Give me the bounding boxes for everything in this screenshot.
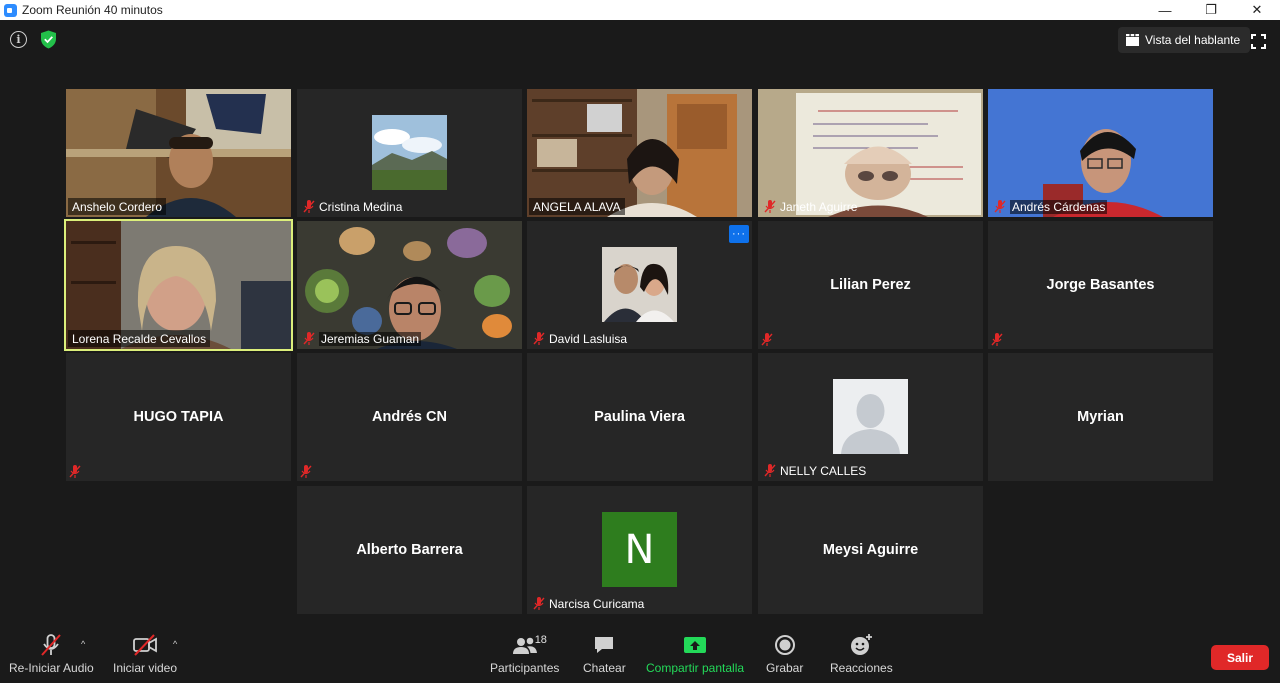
window-title: Zoom Reunión 40 minutos (22, 3, 163, 17)
video-button[interactable]: Iniciar video (113, 633, 177, 675)
participant-name-tag: Cristina Medina (299, 198, 406, 215)
record-button[interactable]: Grabar (766, 633, 803, 675)
participant-tile[interactable]: Myrian (988, 353, 1213, 481)
muted-mic-icon (300, 465, 312, 478)
participant-tile[interactable]: Janeth Aguirre (758, 89, 983, 217)
participant-photo (602, 247, 677, 322)
share-screen-button[interactable]: Compartir pantalla (646, 633, 744, 675)
zoom-app-icon (4, 3, 17, 17)
muted-mic-icon (764, 464, 776, 477)
initial-avatar: N (602, 512, 677, 587)
muted-mic-icon (991, 333, 1003, 346)
share-screen-icon (684, 637, 707, 653)
participant-tile[interactable]: Cristina Medina (297, 89, 522, 217)
security-shield-icon[interactable] (40, 30, 57, 49)
minimize-button[interactable]: — (1142, 0, 1188, 20)
participant-name: Meysi Aguirre (822, 542, 919, 558)
speaker-view-button[interactable]: Vista del hablante (1118, 27, 1251, 53)
participant-tile[interactable]: Meysi Aguirre (758, 486, 983, 614)
meeting-topbar: i Vista del hablante (0, 20, 1280, 60)
participants-count-badge: 18 (534, 634, 547, 646)
participant-name: NELLY CALLES (780, 463, 867, 478)
video-off-icon (133, 634, 157, 656)
participant-name-tag: Anshelo Cordero (68, 198, 167, 215)
muted-mic-icon (69, 465, 81, 478)
participant-tile[interactable]: Paulina Viera (527, 353, 752, 481)
exit-meeting-button[interactable]: Salir (1211, 645, 1269, 670)
muted-mic-icon (533, 597, 545, 610)
speaker-view-label: Vista del hablante (1145, 33, 1241, 47)
meeting-toolbar: Re-Iniciar Audio ^ Iniciar video ^ 18 Pa… (0, 625, 1280, 683)
restore-button[interactable]: ❐ (1188, 0, 1234, 20)
participant-tile[interactable]: N Narcisa Curicama (527, 486, 752, 614)
participant-tile[interactable]: Jeremias Guaman (297, 221, 522, 349)
participant-name-tag: NELLY CALLES (760, 462, 870, 479)
window-titlebar: Zoom Reunión 40 minutos — ❐ ✕ (0, 0, 1280, 20)
close-window-button[interactable]: ✕ (1234, 0, 1280, 20)
participant-tile[interactable]: ··· David Lasluisa (527, 221, 752, 349)
info-icon[interactable]: i (10, 31, 27, 48)
participant-name: Andrés Cárdenas (1010, 199, 1108, 214)
participant-name: Narcisa Curicama (549, 596, 645, 611)
more-options-button[interactable]: ··· (729, 225, 749, 243)
participant-name: David Lasluisa (549, 331, 628, 346)
muted-mic-icon (761, 333, 773, 346)
smiley-add-icon (851, 634, 873, 655)
fullscreen-icon[interactable] (1251, 34, 1266, 49)
participant-name: Lorena Recalde Cevallos (72, 331, 207, 346)
participant-tile-active-speaker[interactable]: Lorena Recalde Cevallos (64, 219, 293, 351)
muted-mic-icon (764, 200, 776, 213)
participant-name: Jorge Basantes (1046, 277, 1155, 293)
participant-name: Paulina Viera (594, 409, 685, 425)
participant-tile[interactable]: ANGELA ALAVA (527, 89, 752, 217)
participant-name: Alberto Barrera (356, 542, 463, 558)
participant-tile[interactable]: Anshelo Cordero (66, 89, 291, 217)
chat-button[interactable]: Chatear (583, 633, 626, 675)
participant-name-tag: Janeth Aguirre (760, 198, 861, 215)
participant-tile[interactable]: Lilian Perez (758, 221, 983, 349)
participant-name: HUGO TAPIA (133, 409, 224, 425)
participant-name-tag: ANGELA ALAVA (529, 198, 625, 215)
default-avatar-icon (833, 379, 908, 454)
participant-tile[interactable]: Andrés Cárdenas (988, 89, 1213, 217)
participant-name: Myrian (1077, 409, 1124, 425)
record-label: Grabar (766, 661, 804, 675)
participant-name: Lilian Perez (830, 277, 911, 293)
participant-name-tag: David Lasluisa (529, 330, 631, 347)
participant-name: Jeremias Guaman (319, 331, 422, 346)
participant-name-tag: Lorena Recalde Cevallos (68, 330, 211, 347)
participant-name: Andrés CN (372, 409, 447, 425)
video-label: Iniciar video (113, 661, 178, 675)
participant-name: ANGELA ALAVA (533, 199, 621, 214)
participant-tile[interactable]: Andrés CN (297, 353, 522, 481)
muted-mic-icon (303, 332, 315, 345)
participants-label: Participantes (490, 661, 560, 675)
muted-mic-icon (303, 200, 315, 213)
audio-label: Re-Iniciar Audio (9, 661, 94, 675)
participant-name-tag: Andrés Cárdenas (990, 198, 1111, 215)
participant-tile[interactable]: NELLY CALLES (758, 353, 983, 481)
chat-label: Chatear (583, 661, 626, 675)
muted-mic-icon (994, 200, 1006, 213)
reactions-button[interactable]: Reacciones (830, 633, 893, 675)
audio-options-caret[interactable]: ^ (81, 639, 85, 649)
muted-mic-icon (533, 332, 545, 345)
view-grid-icon (1126, 34, 1139, 46)
chat-bubble-icon (595, 637, 614, 653)
participant-name-tag: Jeremias Guaman (299, 330, 425, 347)
participant-tile[interactable]: Jorge Basantes (988, 221, 1213, 349)
record-icon (774, 635, 795, 655)
reactions-label: Reacciones (830, 661, 893, 675)
muted-microphone-icon (41, 634, 62, 656)
video-options-caret[interactable]: ^ (173, 639, 177, 649)
participant-tile[interactable]: HUGO TAPIA (66, 353, 291, 481)
participant-name-tag: Narcisa Curicama (529, 595, 648, 612)
participant-photo (372, 115, 447, 190)
participant-name: Janeth Aguirre (780, 199, 858, 214)
share-screen-label: Compartir pantalla (646, 661, 745, 675)
participant-tile[interactable]: Alberto Barrera (297, 486, 522, 614)
participant-name: Anshelo Cordero (72, 199, 163, 214)
participant-name: Cristina Medina (319, 199, 403, 214)
participants-button[interactable]: 18 Participantes (490, 633, 559, 675)
